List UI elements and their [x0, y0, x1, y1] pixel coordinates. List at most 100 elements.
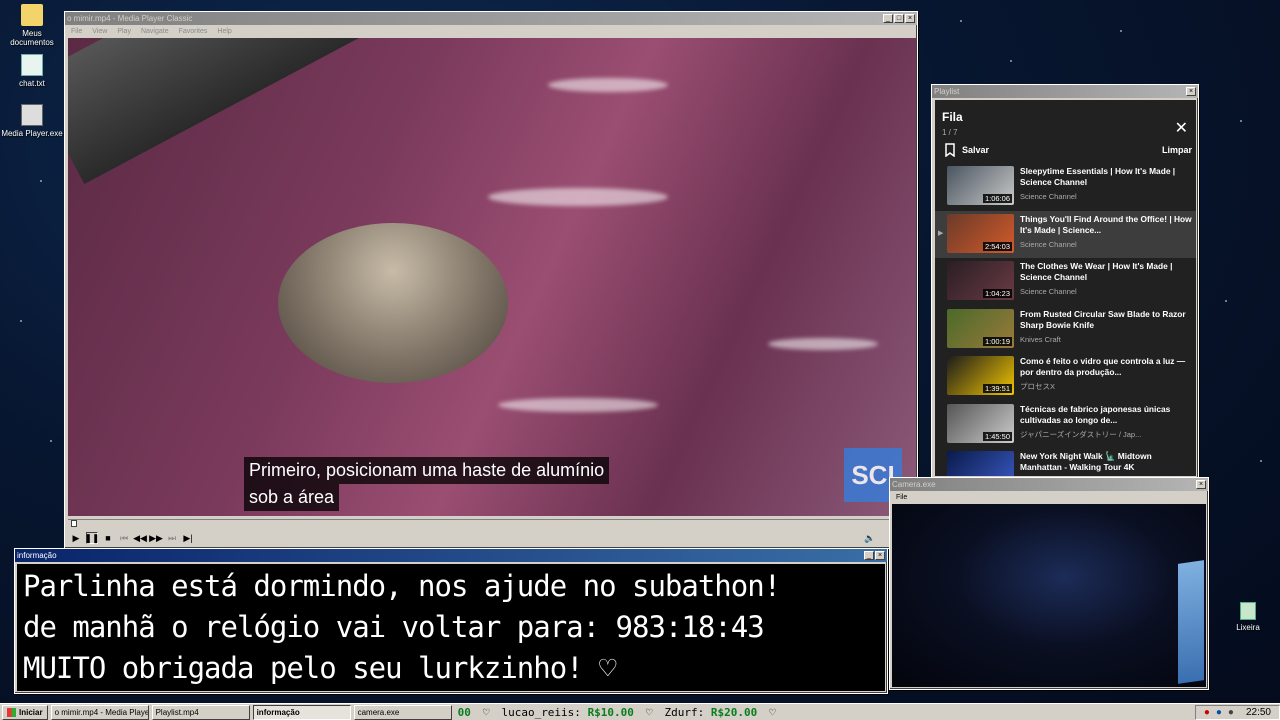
- media-player-menubar: File View Play Navigate Favorites Help: [65, 25, 917, 37]
- video-thumbnail[interactable]: 1:39:51: [947, 356, 1014, 395]
- desktop-icon-media-player[interactable]: Media Player.exe: [0, 104, 64, 138]
- queue-item[interactable]: 1:06:06 Sleepytime Essentials | How It's …: [935, 163, 1196, 211]
- queue-item[interactable]: New York Night Walk 🗽 Midtown Manhattan …: [935, 448, 1196, 476]
- camera-titlebar[interactable]: Camera.exe ×: [890, 478, 1208, 491]
- seek-handle[interactable]: [71, 520, 78, 527]
- bookmark-icon: [945, 143, 955, 157]
- queue-item[interactable]: 1:04:23 The Clothes We Wear | How It's Ma…: [935, 258, 1196, 306]
- maximize-button[interactable]: □: [894, 14, 904, 23]
- star: [960, 20, 962, 22]
- info-titlebar[interactable]: informação _ ×: [15, 549, 887, 562]
- desktop-icon-chat-txt[interactable]: chat.txt: [0, 54, 64, 88]
- rewind-icon[interactable]: ◀◀: [133, 532, 147, 544]
- frame-step-icon[interactable]: ▶|: [182, 532, 194, 544]
- video-thumbnail[interactable]: 1:04:23: [947, 261, 1014, 300]
- clear-button[interactable]: Limpar: [1162, 145, 1192, 155]
- start-button[interactable]: Iniciar: [2, 704, 48, 720]
- menu-favorites[interactable]: Favorites: [179, 28, 208, 35]
- queue-list: 1:06:06 Sleepytime Essentials | How It's …: [935, 163, 1196, 476]
- folder-icon: [21, 4, 43, 26]
- star: [1240, 120, 1242, 122]
- video-duration: 1:39:51: [982, 384, 1012, 393]
- video-thumbnail[interactable]: 1:00:19: [947, 308, 1014, 348]
- close-button[interactable]: ×: [905, 14, 915, 23]
- video-frame[interactable]: SCI: [68, 38, 916, 516]
- video-meta: Técnicas de fabrico japonesas únicas cul…: [1020, 404, 1192, 446]
- menu-file[interactable]: File: [896, 494, 907, 501]
- channel-name[interactable]: Science Channel: [1020, 191, 1192, 202]
- pause-icon[interactable]: ❚❚: [84, 532, 100, 544]
- video-thumbnail[interactable]: 1:45:50: [947, 403, 1014, 443]
- info-line-3: MUITO obrigada pelo seu lurkzinho! ♡: [23, 651, 617, 685]
- stop-icon[interactable]: ■: [102, 532, 114, 544]
- volume-icon[interactable]: 🔈: [864, 532, 876, 544]
- queue-item[interactable]: 1:45:50 Técnicas de fabrico japonesas úni…: [935, 401, 1196, 449]
- menu-view[interactable]: View: [92, 28, 107, 35]
- queue-item[interactable]: 1:39:51 Como é feito o vidro que controla…: [935, 353, 1196, 401]
- play-icon[interactable]: ▶: [70, 532, 82, 544]
- video-title[interactable]: Como é feito o vidro que controla a luz …: [1020, 356, 1192, 378]
- desktop-icon-my-documents[interactable]: Meus documentos: [0, 4, 64, 47]
- video-title[interactable]: The Clothes We Wear | How It's Made | Sc…: [1020, 261, 1192, 283]
- tray-icon[interactable]: ●: [1216, 707, 1222, 718]
- menu-file[interactable]: File: [71, 28, 82, 35]
- video-thumbnail[interactable]: 1:06:06: [947, 166, 1014, 205]
- skip-back-icon[interactable]: ⏮: [118, 532, 130, 544]
- video-thumbnail[interactable]: [947, 451, 1014, 476]
- info-window: informação _ × Parlinha está dormindo, n…: [14, 548, 888, 694]
- tray-icon[interactable]: ●: [1228, 707, 1234, 718]
- video-duration: 1:04:23: [982, 289, 1012, 298]
- video-title[interactable]: From Rusted Circular Saw Blade to Razor …: [1020, 309, 1192, 331]
- queue-item[interactable]: ▶ 2:54:03 Things You'll Find Around the Of…: [935, 210, 1196, 258]
- ticker-amount: 00: [457, 705, 471, 719]
- video-meta: The Clothes We Wear | How It's Made | Sc…: [1020, 261, 1192, 303]
- close-button[interactable]: ×: [1196, 480, 1206, 489]
- channel-name[interactable]: Science Channel: [1020, 239, 1192, 250]
- webcam-feed: [892, 504, 1206, 687]
- desktop-icon-label: Lixeira: [1236, 623, 1260, 632]
- video-thumbnail[interactable]: 2:54:03: [947, 213, 1014, 253]
- close-button[interactable]: ×: [875, 551, 885, 560]
- video-title[interactable]: Sleepytime Essentials | How It's Made | …: [1020, 166, 1192, 188]
- taskbar-item-camera[interactable]: camera.exe: [353, 704, 452, 720]
- desktop-icon-recycle-bin[interactable]: Lixeira: [1216, 602, 1280, 632]
- star: [1120, 30, 1122, 32]
- video-title[interactable]: Things You'll Find Around the Office! | …: [1020, 214, 1192, 236]
- media-player-titlebar[interactable]: o mimir.mp4 - Media Player Classic _ □ ×: [65, 12, 917, 25]
- playlist-titlebar[interactable]: Playlist ×: [932, 85, 1198, 98]
- skip-forward-icon[interactable]: ⏭: [166, 532, 178, 544]
- minimize-button[interactable]: _: [883, 14, 893, 23]
- video-title[interactable]: New York Night Walk 🗽 Midtown Manhattan …: [1020, 451, 1192, 473]
- tray-icon[interactable]: ●: [1204, 707, 1210, 718]
- queue-item[interactable]: 1:00:19 From Rusted Circular Saw Blade to…: [935, 306, 1196, 354]
- channel-name[interactable]: Science Channel: [1020, 286, 1192, 297]
- channel-name[interactable]: Knives Craft: [1020, 334, 1192, 345]
- menu-play[interactable]: Play: [117, 28, 131, 35]
- video-meta: From Rusted Circular Saw Blade to Razor …: [1020, 309, 1192, 351]
- menu-navigate[interactable]: Navigate: [141, 28, 169, 35]
- video-title[interactable]: Técnicas de fabrico japonesas únicas cul…: [1020, 404, 1192, 426]
- minimize-button[interactable]: _: [864, 551, 874, 560]
- close-button[interactable]: ×: [1186, 87, 1196, 96]
- desktop-icon-label: chat.txt: [19, 79, 45, 88]
- taskbar-item-media-player[interactable]: o mimir.mp4 - Media Playe...: [50, 704, 149, 720]
- video-highlight: [768, 338, 878, 350]
- seek-bar[interactable]: [68, 519, 916, 527]
- subtitle-line-1: Primeiro, posicionam uma haste de alumín…: [244, 457, 610, 484]
- task-label: camera.exe: [357, 707, 400, 717]
- video-meta: New York Night Walk 🗽 Midtown Manhattan …: [1020, 451, 1192, 476]
- fast-forward-icon[interactable]: ▶▶: [149, 532, 163, 544]
- close-icon[interactable]: ✕: [1175, 118, 1188, 138]
- taskbar-item-playlist[interactable]: Playlist.mp4: [151, 704, 250, 720]
- video-duration: 1:45:50: [982, 431, 1012, 441]
- menu-help[interactable]: Help: [217, 28, 231, 35]
- start-label: Iniciar: [19, 707, 43, 717]
- window-title: informação: [17, 551, 57, 560]
- desktop-icon-label: Media Player.exe: [1, 129, 63, 138]
- save-button[interactable]: Salvar: [944, 143, 989, 157]
- taskbar-item-info[interactable]: informação: [252, 704, 351, 720]
- channel-name[interactable]: ジャパニーズインダストリー / Jap...: [1020, 429, 1192, 440]
- clock: 22:50: [1245, 706, 1271, 718]
- channel-name[interactable]: プロセスX: [1020, 381, 1192, 392]
- save-label: Salvar: [962, 145, 990, 155]
